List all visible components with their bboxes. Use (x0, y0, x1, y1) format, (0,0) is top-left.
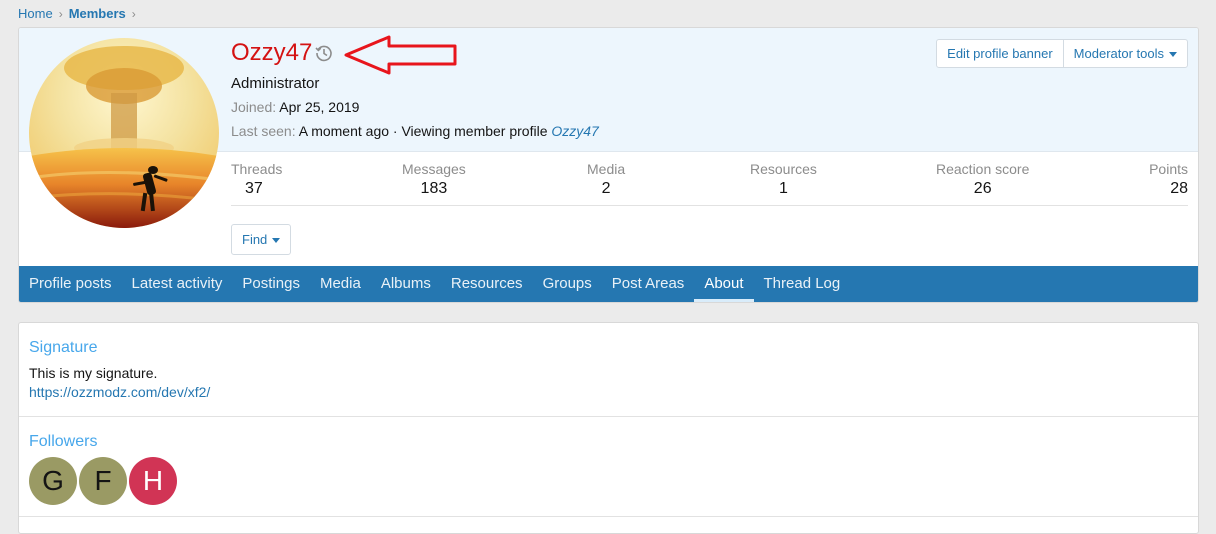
edit-profile-banner-button[interactable]: Edit profile banner (937, 40, 1063, 67)
stat-resources[interactable]: Resources 1 (750, 161, 817, 198)
followers-title: Followers (29, 433, 98, 450)
stat-value: 28 (1170, 180, 1188, 197)
profile-action-buttons: Edit profile banner Moderator tools (936, 39, 1188, 68)
find-label: Find (242, 232, 268, 247)
tab-postings[interactable]: Postings (232, 266, 310, 302)
section-divider (19, 416, 1198, 417)
tab-profile-posts[interactable]: Profile posts (19, 266, 122, 302)
moderator-tools-label: Moderator tools (1073, 46, 1164, 61)
tab-albums[interactable]: Albums (371, 266, 441, 302)
moderator-tools-button[interactable]: Moderator tools (1062, 40, 1187, 67)
stat-label: Messages (402, 161, 466, 177)
tab-post-areas[interactable]: Post Areas (602, 266, 695, 302)
avatar[interactable] (29, 38, 219, 228)
about-card: Signature This is my signature. https://… (18, 322, 1199, 534)
chevron-right-icon: › (58, 6, 63, 21)
stat-value: 37 (245, 180, 263, 197)
stat-media[interactable]: Media 2 (587, 161, 625, 198)
follower-avatar[interactable]: F (79, 457, 127, 505)
breadcrumb: Home › Members › (18, 6, 142, 21)
last-seen-info: Last seen: A moment ago · Viewing member… (231, 123, 599, 139)
follower-avatar[interactable]: H (129, 457, 177, 505)
joined-label: Joined: (231, 99, 277, 115)
find-button[interactable]: Find (231, 224, 292, 255)
signature-title: Signature (29, 339, 98, 356)
joined-value: Apr 25, 2019 (279, 99, 360, 115)
tab-thread-log[interactable]: Thread Log (754, 266, 851, 302)
lastseen-value: A moment ago · Viewing member profile (298, 123, 548, 139)
history-icon[interactable] (314, 43, 334, 63)
stat-value: 183 (420, 180, 448, 197)
caret-down-icon (1169, 52, 1177, 58)
signature-link[interactable]: https://ozzmodz.com/dev/xf2/ (29, 384, 210, 400)
stat-label: Resources (750, 161, 817, 177)
lastseen-label: Last seen: (231, 123, 296, 139)
stat-messages[interactable]: Messages 183 (402, 161, 466, 198)
breadcrumb-home[interactable]: Home (18, 6, 53, 21)
stat-reaction-score[interactable]: Reaction score 26 (936, 161, 1029, 198)
red-arrow-annotation (344, 35, 457, 75)
breadcrumb-members[interactable]: Members (69, 6, 126, 21)
stat-threads[interactable]: Threads 37 (231, 161, 282, 198)
tab-resources[interactable]: Resources (441, 266, 533, 302)
tab-about[interactable]: About (694, 266, 754, 302)
profile-card: Ozzy47 Administrator Joined: Apr 25, 201… (18, 27, 1199, 303)
tab-media[interactable]: Media (310, 266, 371, 302)
chevron-right-icon: › (131, 6, 136, 21)
stat-label: Media (587, 161, 626, 177)
stat-value: 26 (973, 180, 992, 197)
caret-down-icon (272, 238, 281, 244)
follower-avatar[interactable]: G (29, 457, 77, 505)
followers-section: Followers G F H (29, 433, 177, 505)
joined-info: Joined: Apr 25, 2019 (231, 99, 359, 115)
tab-groups[interactable]: Groups (533, 266, 602, 302)
username[interactable]: Ozzy47 (231, 39, 312, 67)
stat-label: Points (1149, 161, 1188, 177)
profile-tabs: Profile posts Latest activity Postings M… (19, 266, 1198, 302)
stat-label: Reaction score (936, 161, 1030, 177)
stat-value: 2 (601, 180, 611, 197)
tab-latest-activity[interactable]: Latest activity (122, 266, 233, 302)
section-divider (19, 516, 1198, 517)
follower-list: G F H (29, 457, 177, 505)
stat-value: 1 (779, 180, 788, 197)
signature-text: This is my signature. (29, 365, 158, 381)
member-stats: Threads 37 Messages 183 Media 2 Resource… (231, 161, 1188, 206)
signature-section: Signature This is my signature. https://… (29, 339, 210, 400)
lastseen-user-link[interactable]: Ozzy47 (551, 123, 598, 139)
stat-points[interactable]: Points 28 (1149, 161, 1188, 198)
user-title: Administrator (231, 75, 320, 92)
stat-label: Threads (231, 161, 283, 177)
